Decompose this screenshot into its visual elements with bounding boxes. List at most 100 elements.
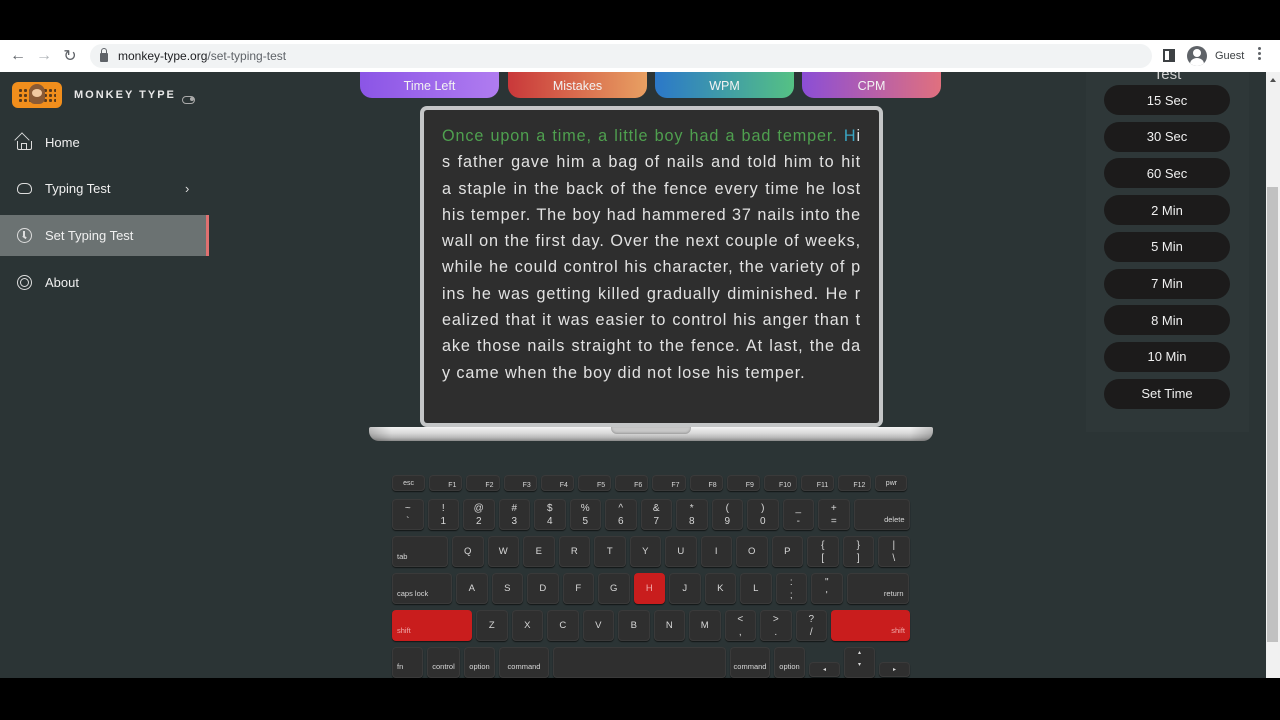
- key-num-4[interactable]: $4: [534, 499, 566, 530]
- key-control[interactable]: control: [427, 647, 460, 678]
- key-f11[interactable]: F11: [801, 475, 835, 491]
- key-q[interactable]: Q: [452, 536, 484, 567]
- sidebar-item-typing-test[interactable]: Typing Test ›: [0, 168, 209, 209]
- time-option-5-min[interactable]: 5 Min: [1104, 231, 1230, 262]
- key-i[interactable]: I: [700, 536, 732, 567]
- key-p[interactable]: P: [771, 536, 803, 567]
- reload-icon[interactable]: ↻: [57, 43, 83, 69]
- key-shift-right[interactable]: shift: [831, 610, 910, 641]
- key-d[interactable]: D: [527, 573, 559, 604]
- key-f7[interactable]: F7: [652, 475, 686, 491]
- key-e[interactable]: E: [523, 536, 555, 567]
- key-h[interactable]: H: [633, 573, 665, 604]
- key-comma[interactable]: <,: [724, 610, 756, 641]
- kebab-menu-icon[interactable]: [1258, 47, 1262, 62]
- key-f8[interactable]: F8: [689, 475, 723, 491]
- key-num-2[interactable]: @2: [463, 499, 495, 530]
- time-option-15-sec[interactable]: 15 Sec: [1104, 85, 1230, 115]
- scroll-up-arrow-icon[interactable]: [1270, 78, 1276, 82]
- key-num-5[interactable]: % 5: [569, 499, 601, 530]
- key-u[interactable]: U: [665, 536, 697, 567]
- key-b[interactable]: B: [618, 610, 650, 641]
- key-f2[interactable]: F2: [466, 475, 500, 491]
- key-y[interactable]: Y: [629, 536, 661, 567]
- key-z[interactable]: Z: [476, 610, 508, 641]
- sidebar-item-about[interactable]: About: [0, 262, 209, 303]
- key-bracket-left[interactable]: {[: [807, 536, 839, 567]
- key-g[interactable]: G: [598, 573, 630, 604]
- key-arrow-up-down[interactable]: ▴ ▾: [844, 647, 875, 678]
- time-option-30-sec[interactable]: 30 Sec: [1104, 121, 1230, 152]
- key-a[interactable]: A: [456, 573, 488, 604]
- key-space[interactable]: [553, 647, 726, 678]
- key-j[interactable]: J: [669, 573, 701, 604]
- key-num-7[interactable]: & 7: [640, 499, 672, 530]
- arrow-up-icon[interactable]: ▴: [858, 647, 861, 659]
- key-bracket-right[interactable]: }]: [842, 536, 874, 567]
- key-num-3[interactable]: #3: [498, 499, 530, 530]
- key-command-left[interactable]: command: [499, 647, 549, 678]
- key-num-8[interactable]: * 8: [676, 499, 708, 530]
- key-w[interactable]: W: [487, 536, 519, 567]
- key-f3[interactable]: F3: [503, 475, 537, 491]
- address-bar[interactable]: monkey-type.org/set-typing-test: [90, 44, 1152, 68]
- key-f9[interactable]: F9: [726, 475, 760, 491]
- key-period[interactable]: >.: [760, 610, 792, 641]
- key-delete[interactable]: delete: [853, 499, 910, 530]
- url-text[interactable]: monkey-type.org/set-typing-test: [118, 49, 286, 63]
- key-option-right[interactable]: option: [774, 647, 805, 678]
- key-f6[interactable]: F6: [615, 475, 649, 491]
- key-arrow-left[interactable]: ◂: [809, 662, 840, 677]
- key-fn[interactable]: fn: [392, 647, 423, 678]
- sidebar-item-home[interactable]: Home: [0, 122, 209, 163]
- time-option-7-min[interactable]: 7 Min: [1104, 268, 1230, 299]
- key-n[interactable]: N: [653, 610, 685, 641]
- sidebar-item-set-typing-test[interactable]: Set Typing Test: [0, 215, 209, 256]
- key-f1[interactable]: F1: [429, 475, 463, 491]
- key-bracket-backslash[interactable]: | \: [878, 536, 910, 567]
- key-x[interactable]: X: [511, 610, 543, 641]
- lock-icon[interactable]: [100, 48, 108, 62]
- key-shift-left[interactable]: shift: [392, 610, 472, 641]
- key-semicolon[interactable]: :;: [775, 573, 807, 604]
- page-scrollbar[interactable]: [1266, 72, 1280, 678]
- key-slash[interactable]: ? /: [795, 610, 827, 641]
- key-t[interactable]: T: [594, 536, 626, 567]
- arrow-down-icon[interactable]: ▾: [858, 659, 861, 671]
- key-command-right[interactable]: command: [730, 647, 770, 678]
- scroll-thumb[interactable]: [1267, 187, 1278, 642]
- key-return[interactable]: return: [846, 573, 909, 604]
- profile-button[interactable]: Guest: [1185, 44, 1254, 68]
- logo-row[interactable]: MONKEY TYPE: [12, 82, 176, 108]
- time-option-2-min[interactable]: 2 Min: [1104, 195, 1230, 226]
- key-esc[interactable]: esc: [392, 475, 426, 491]
- key-num-1[interactable]: ! 1: [427, 499, 459, 530]
- key-num-6[interactable]: ^ 6: [605, 499, 637, 530]
- key-symbol[interactable]: _ -: [782, 499, 814, 530]
- theme-toggle[interactable]: [182, 96, 195, 104]
- key-tab[interactable]: tab: [392, 536, 448, 567]
- key-caps-lock[interactable]: caps lock: [392, 573, 452, 604]
- key-num-9[interactable]: (9: [711, 499, 743, 530]
- forward-arrow-icon[interactable]: →: [31, 43, 57, 69]
- key-symbol[interactable]: + =: [818, 499, 850, 530]
- key-f4[interactable]: F4: [540, 475, 574, 491]
- key-s[interactable]: S: [491, 573, 523, 604]
- key-v[interactable]: V: [582, 610, 614, 641]
- key-k[interactable]: K: [704, 573, 736, 604]
- key-f10[interactable]: F10: [763, 475, 798, 491]
- key-option-left[interactable]: option: [464, 647, 495, 678]
- time-option-set-time[interactable]: Set Time: [1104, 378, 1230, 409]
- key-c[interactable]: C: [547, 610, 579, 641]
- key-arrow-right[interactable]: ▸: [879, 662, 910, 677]
- time-option-8-min[interactable]: 8 Min: [1104, 305, 1230, 336]
- back-arrow-icon[interactable]: ←: [5, 43, 31, 69]
- key-o[interactable]: O: [736, 536, 768, 567]
- key-f12[interactable]: F12: [838, 475, 872, 491]
- time-option-10-min[interactable]: 10 Min: [1104, 341, 1230, 372]
- key-m[interactable]: M: [689, 610, 721, 641]
- key-f5[interactable]: F5: [577, 475, 612, 491]
- side-panel-icon[interactable]: [1163, 49, 1175, 62]
- key-f[interactable]: F: [562, 573, 594, 604]
- key-quote[interactable]: " ': [811, 573, 843, 604]
